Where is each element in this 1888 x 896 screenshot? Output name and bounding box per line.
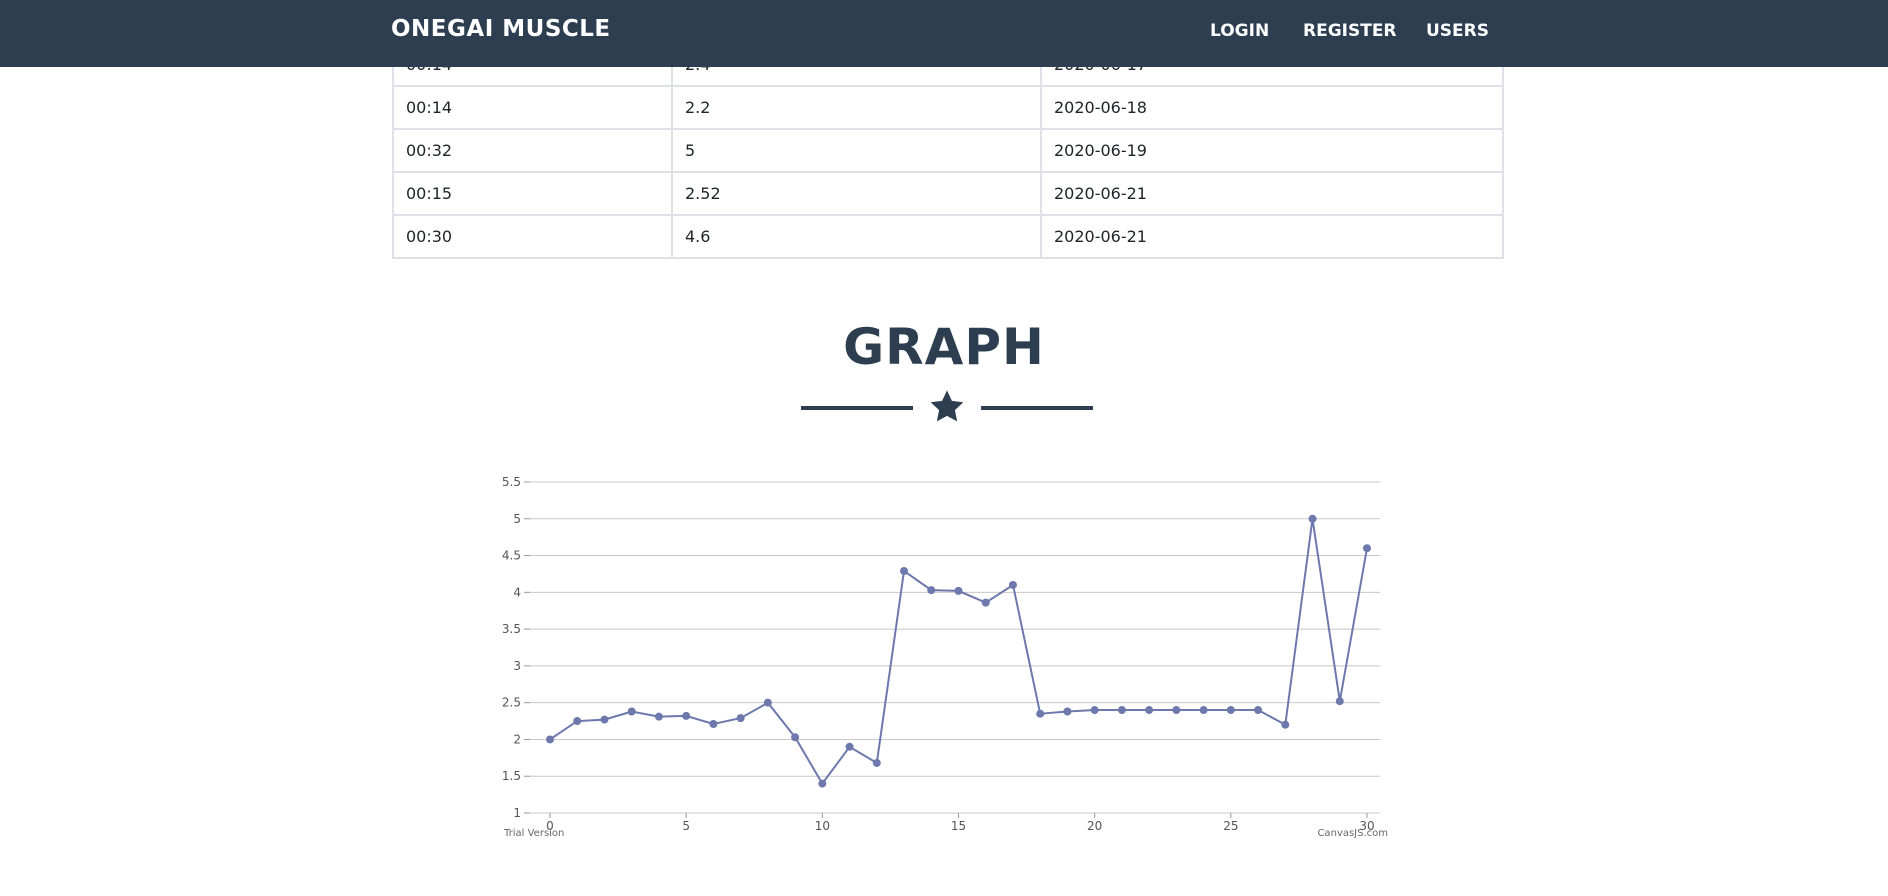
table-cell-time: 00:15 <box>392 171 673 216</box>
nav-register-link[interactable]: REGISTER <box>1303 21 1397 41</box>
table-cell-date: 2020-06-19 <box>1040 128 1504 173</box>
data-point[interactable] <box>1036 709 1045 718</box>
series-line <box>549 518 1368 786</box>
data-point[interactable] <box>1308 514 1317 523</box>
y-tick-label: 3 <box>513 659 521 673</box>
data-point[interactable] <box>654 712 663 721</box>
y-axis-ticks: 1 1.5 2 2.5 3 3.5 4 4.5 5 5.5 <box>502 475 530 820</box>
data-point[interactable] <box>981 598 990 607</box>
chart-gridlines <box>530 481 1380 814</box>
nav-links: LOGIN REGISTER USERS <box>0 21 1888 51</box>
data-point[interactable] <box>682 711 691 720</box>
nav-users-link[interactable]: USERS <box>1426 21 1489 41</box>
line-chart: 11.522.533.544.555.5 0 5 10 15 20 25 30 Trial … <box>502 475 1388 839</box>
graph-title: GRAPH <box>843 318 1045 376</box>
star-icon <box>930 390 964 422</box>
x-tick-label: 20 <box>1087 819 1102 833</box>
data-point[interactable] <box>845 742 854 751</box>
table-cell-time: 00:30 <box>392 214 673 259</box>
y-tick-label: 1 <box>513 806 521 820</box>
y-tick-label: 2.5 <box>502 696 521 710</box>
x-axis-ticks: 0 5 10 15 20 25 30 <box>546 813 1375 833</box>
table-row: 00:14 2.2 2020-06-18 <box>392 85 1504 130</box>
data-point[interactable] <box>900 567 909 576</box>
trial-version-label: Trial Version <box>503 828 564 839</box>
y-tick-label: 1.5 <box>502 769 521 783</box>
y-tick-label: 2 <box>513 732 521 746</box>
data-point[interactable] <box>1226 706 1235 715</box>
table-cell-value: 2.2 <box>671 85 1042 130</box>
data-point[interactable] <box>1199 706 1208 715</box>
data-point[interactable] <box>1145 706 1154 715</box>
table-row: 00:32 5 2020-06-19 <box>392 128 1504 173</box>
data-point[interactable] <box>573 717 582 726</box>
divider-line-left <box>801 406 913 410</box>
data-point[interactable] <box>1335 697 1344 706</box>
y-tick-label: 4.5 <box>502 549 521 563</box>
table-cell-date: 2020-06-21 <box>1040 171 1504 216</box>
table-cell-time: 00:14 <box>392 85 673 130</box>
table-cell-value: 5 <box>671 128 1042 173</box>
x-tick-label: 10 <box>815 819 830 833</box>
table-cell-time: 00:32 <box>392 128 673 173</box>
table-cell-date: 2020-06-21 <box>1040 214 1504 259</box>
canvasjs-credit-link[interactable]: CanvasJS.com <box>1317 828 1388 839</box>
x-tick-label: 5 <box>682 819 690 833</box>
x-tick-label: 15 <box>951 819 966 833</box>
data-point[interactable] <box>1281 720 1290 729</box>
data-point[interactable] <box>1008 580 1017 589</box>
y-tick-label: 3.5 <box>502 622 521 636</box>
data-point[interactable] <box>927 586 936 595</box>
data-point[interactable] <box>736 714 745 723</box>
table-cell-date: 2020-06-18 <box>1040 85 1504 130</box>
data-point[interactable] <box>1117 706 1126 715</box>
y-tick-label: 5 <box>513 512 521 526</box>
data-point[interactable] <box>791 733 800 742</box>
table-cell-value: 2.52 <box>671 171 1042 216</box>
divider-line-right <box>981 406 1093 410</box>
data-point[interactable] <box>1090 706 1099 715</box>
data-point[interactable] <box>1063 707 1072 716</box>
data-point[interactable] <box>872 758 881 767</box>
nav-login-link[interactable]: LOGIN <box>1210 21 1269 41</box>
y-tick-label: 5.5 <box>502 475 521 489</box>
data-point[interactable] <box>627 707 636 716</box>
data-point[interactable] <box>1254 706 1263 715</box>
table-row: 00:30 4.6 2020-06-21 <box>392 214 1504 259</box>
data-point[interactable] <box>1363 544 1371 553</box>
data-point[interactable] <box>763 698 772 707</box>
navbar: ONEGAI MUSCLE LOGIN REGISTER USERS <box>0 0 1888 67</box>
data-point[interactable] <box>1172 706 1181 715</box>
table-cell-value: 4.6 <box>671 214 1042 259</box>
x-tick-label: 25 <box>1223 819 1238 833</box>
data-point[interactable] <box>818 779 827 788</box>
data-point[interactable] <box>600 715 609 724</box>
table-row: 00:15 2.52 2020-06-21 <box>392 171 1504 216</box>
records-table: 00:14 2.4 2020-06-17 00:14 2.2 2020-06-1… <box>392 42 1504 259</box>
data-point[interactable] <box>954 586 963 595</box>
y-tick-label: 4 <box>513 585 521 599</box>
data-point[interactable] <box>546 735 554 744</box>
data-point[interactable] <box>709 719 718 728</box>
